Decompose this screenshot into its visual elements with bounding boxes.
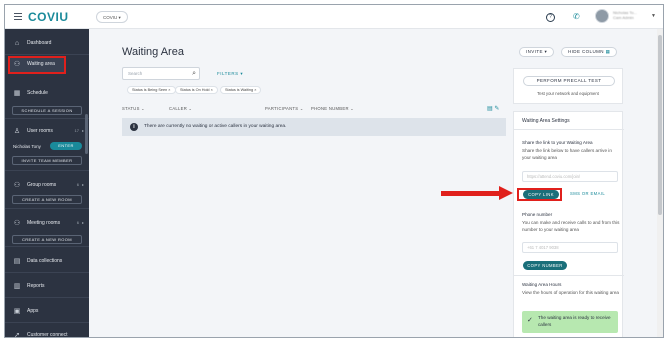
room-user-name: Nicholas Tony — [13, 144, 41, 149]
sidebar-item-waiting-area[interactable]: ⚇ Waiting area — [5, 54, 89, 76]
page-scrollbar[interactable] — [657, 29, 663, 337]
empty-state-row: i There are currently no waiting or acti… — [122, 118, 506, 136]
filter-chip[interactable]: Status is Being Seen × — [127, 86, 176, 94]
sidebar-scrollbar[interactable] — [85, 114, 88, 154]
pointer-icon: ➚ — [14, 332, 20, 338]
sidebar-item-dashboard[interactable]: ⌂ Dashboard — [5, 33, 89, 55]
column-phone-number[interactable]: PHONE NUMBER ⌄ — [311, 106, 354, 111]
menu-icon[interactable] — [14, 13, 22, 20]
ready-status: ✓ The waiting area is ready to receive c… — [522, 311, 618, 333]
sidebar: ⌂ Dashboard ⚇ Waiting area ▦ Schedule SC… — [5, 29, 89, 338]
coviu-logo[interactable]: COVIU — [28, 10, 69, 24]
chat-icon[interactable]: ▤ — [487, 106, 493, 112]
settings-card: Waiting Area Settings Share the link to … — [513, 111, 624, 337]
search-input[interactable]: Search ⌕ — [122, 67, 200, 80]
edit-icon[interactable]: ✎ — [494, 106, 499, 112]
app-window: COVIU COVIU ▾ ? ✆ Nicholas To... Cam Adm… — [4, 4, 664, 338]
create-group-room-button[interactable]: CREATE A NEW ROOM — [12, 195, 82, 204]
sidebar-item-customer-connect[interactable]: ➚ Customer connect — [5, 325, 89, 338]
divider — [514, 129, 624, 130]
invite-team-member-button[interactable]: INVITE TEAM MEMBER — [12, 156, 82, 165]
help-icon[interactable]: ? — [546, 13, 555, 22]
annotation-arrow-head — [499, 186, 513, 200]
phone-field[interactable]: +61 7 4017 9038 — [522, 242, 618, 253]
chart-icon: ▥ — [13, 283, 21, 290]
check-circle-icon: ✓ — [527, 317, 533, 324]
hide-column-button[interactable]: HIDE COLUMN ▦ — [561, 47, 618, 57]
apps-icon: ▣ — [13, 308, 21, 315]
settings-title: Waiting Area Settings — [522, 118, 570, 124]
link-field[interactable]: https://attend.coviu.com/join/ — [522, 171, 618, 182]
filters-button[interactable]: FILTERS ▾ — [217, 71, 243, 77]
sidebar-item-reports[interactable]: ▥ Reports — [5, 276, 89, 298]
column-caller[interactable]: CALLER ⌄ — [169, 106, 192, 111]
users-icon: ⚇ — [13, 61, 21, 68]
group-icon: ⚇ — [13, 182, 21, 189]
filter-chip[interactable]: Status is Waiting × — [220, 86, 262, 94]
filter-chip[interactable]: Status is On Hold × — [175, 86, 218, 94]
chevron-down-icon[interactable]: ▼ — [651, 13, 656, 19]
sms-email-button[interactable]: SMS OR EMAIL — [570, 190, 605, 197]
table-actions: ▤ ✎ — [487, 105, 499, 112]
home-icon: ⌂ — [14, 40, 20, 47]
enter-button[interactable]: ENTER — [50, 142, 82, 150]
scrollbar-thumb[interactable] — [658, 35, 662, 215]
user-icon: ♙ — [13, 128, 21, 135]
create-meeting-room-button[interactable]: CREATE A NEW ROOM — [12, 235, 82, 244]
highlight-box — [517, 188, 562, 201]
user-name[interactable]: Nicholas To... Cam Admin — [613, 10, 637, 20]
precall-card: PERFORM PRECALL TEST Test your network a… — [513, 68, 623, 104]
column-participants[interactable]: PARTICIPANTS ⌄ — [265, 106, 304, 111]
schedule-session-button[interactable]: SCHEDULE A SESSION — [12, 106, 82, 115]
chevron-right-icon: ▸ — [81, 220, 84, 225]
org-select[interactable]: COVIU ▾ — [96, 11, 128, 23]
main-content: Waiting Area Search ⌕ FILTERS ▾ Status i… — [89, 29, 507, 337]
invite-button[interactable]: INVITE ▾ — [519, 47, 555, 57]
page-title: Waiting Area — [122, 46, 184, 58]
chevron-right-icon: ▸ — [81, 182, 84, 187]
divider — [514, 275, 624, 276]
calendar-icon: ▦ — [13, 90, 21, 97]
precall-test-button[interactable]: PERFORM PRECALL TEST — [523, 76, 615, 86]
meeting-icon: ⚇ — [13, 220, 21, 227]
phone-icon[interactable]: ✆ — [573, 12, 580, 21]
info-icon: i — [130, 123, 138, 131]
sidebar-item-apps[interactable]: ▣ Apps — [5, 301, 89, 323]
copy-number-button[interactable]: COPY NUMBER — [523, 261, 567, 270]
columns-icon: ▦ — [605, 49, 611, 54]
column-status[interactable]: STATUS ⌄ — [122, 106, 145, 111]
avatar[interactable] — [595, 9, 609, 23]
annotation-arrow — [441, 191, 501, 196]
document-icon: ▤ — [13, 258, 21, 265]
sidebar-item-data-collections[interactable]: ▤ Data collections — [5, 251, 89, 273]
search-icon: ⌕ — [192, 70, 196, 77]
top-bar: COVIU COVIU ▾ ? ✆ Nicholas To... Cam Adm… — [5, 5, 663, 29]
chevron-right-icon: ▸ — [81, 128, 84, 133]
